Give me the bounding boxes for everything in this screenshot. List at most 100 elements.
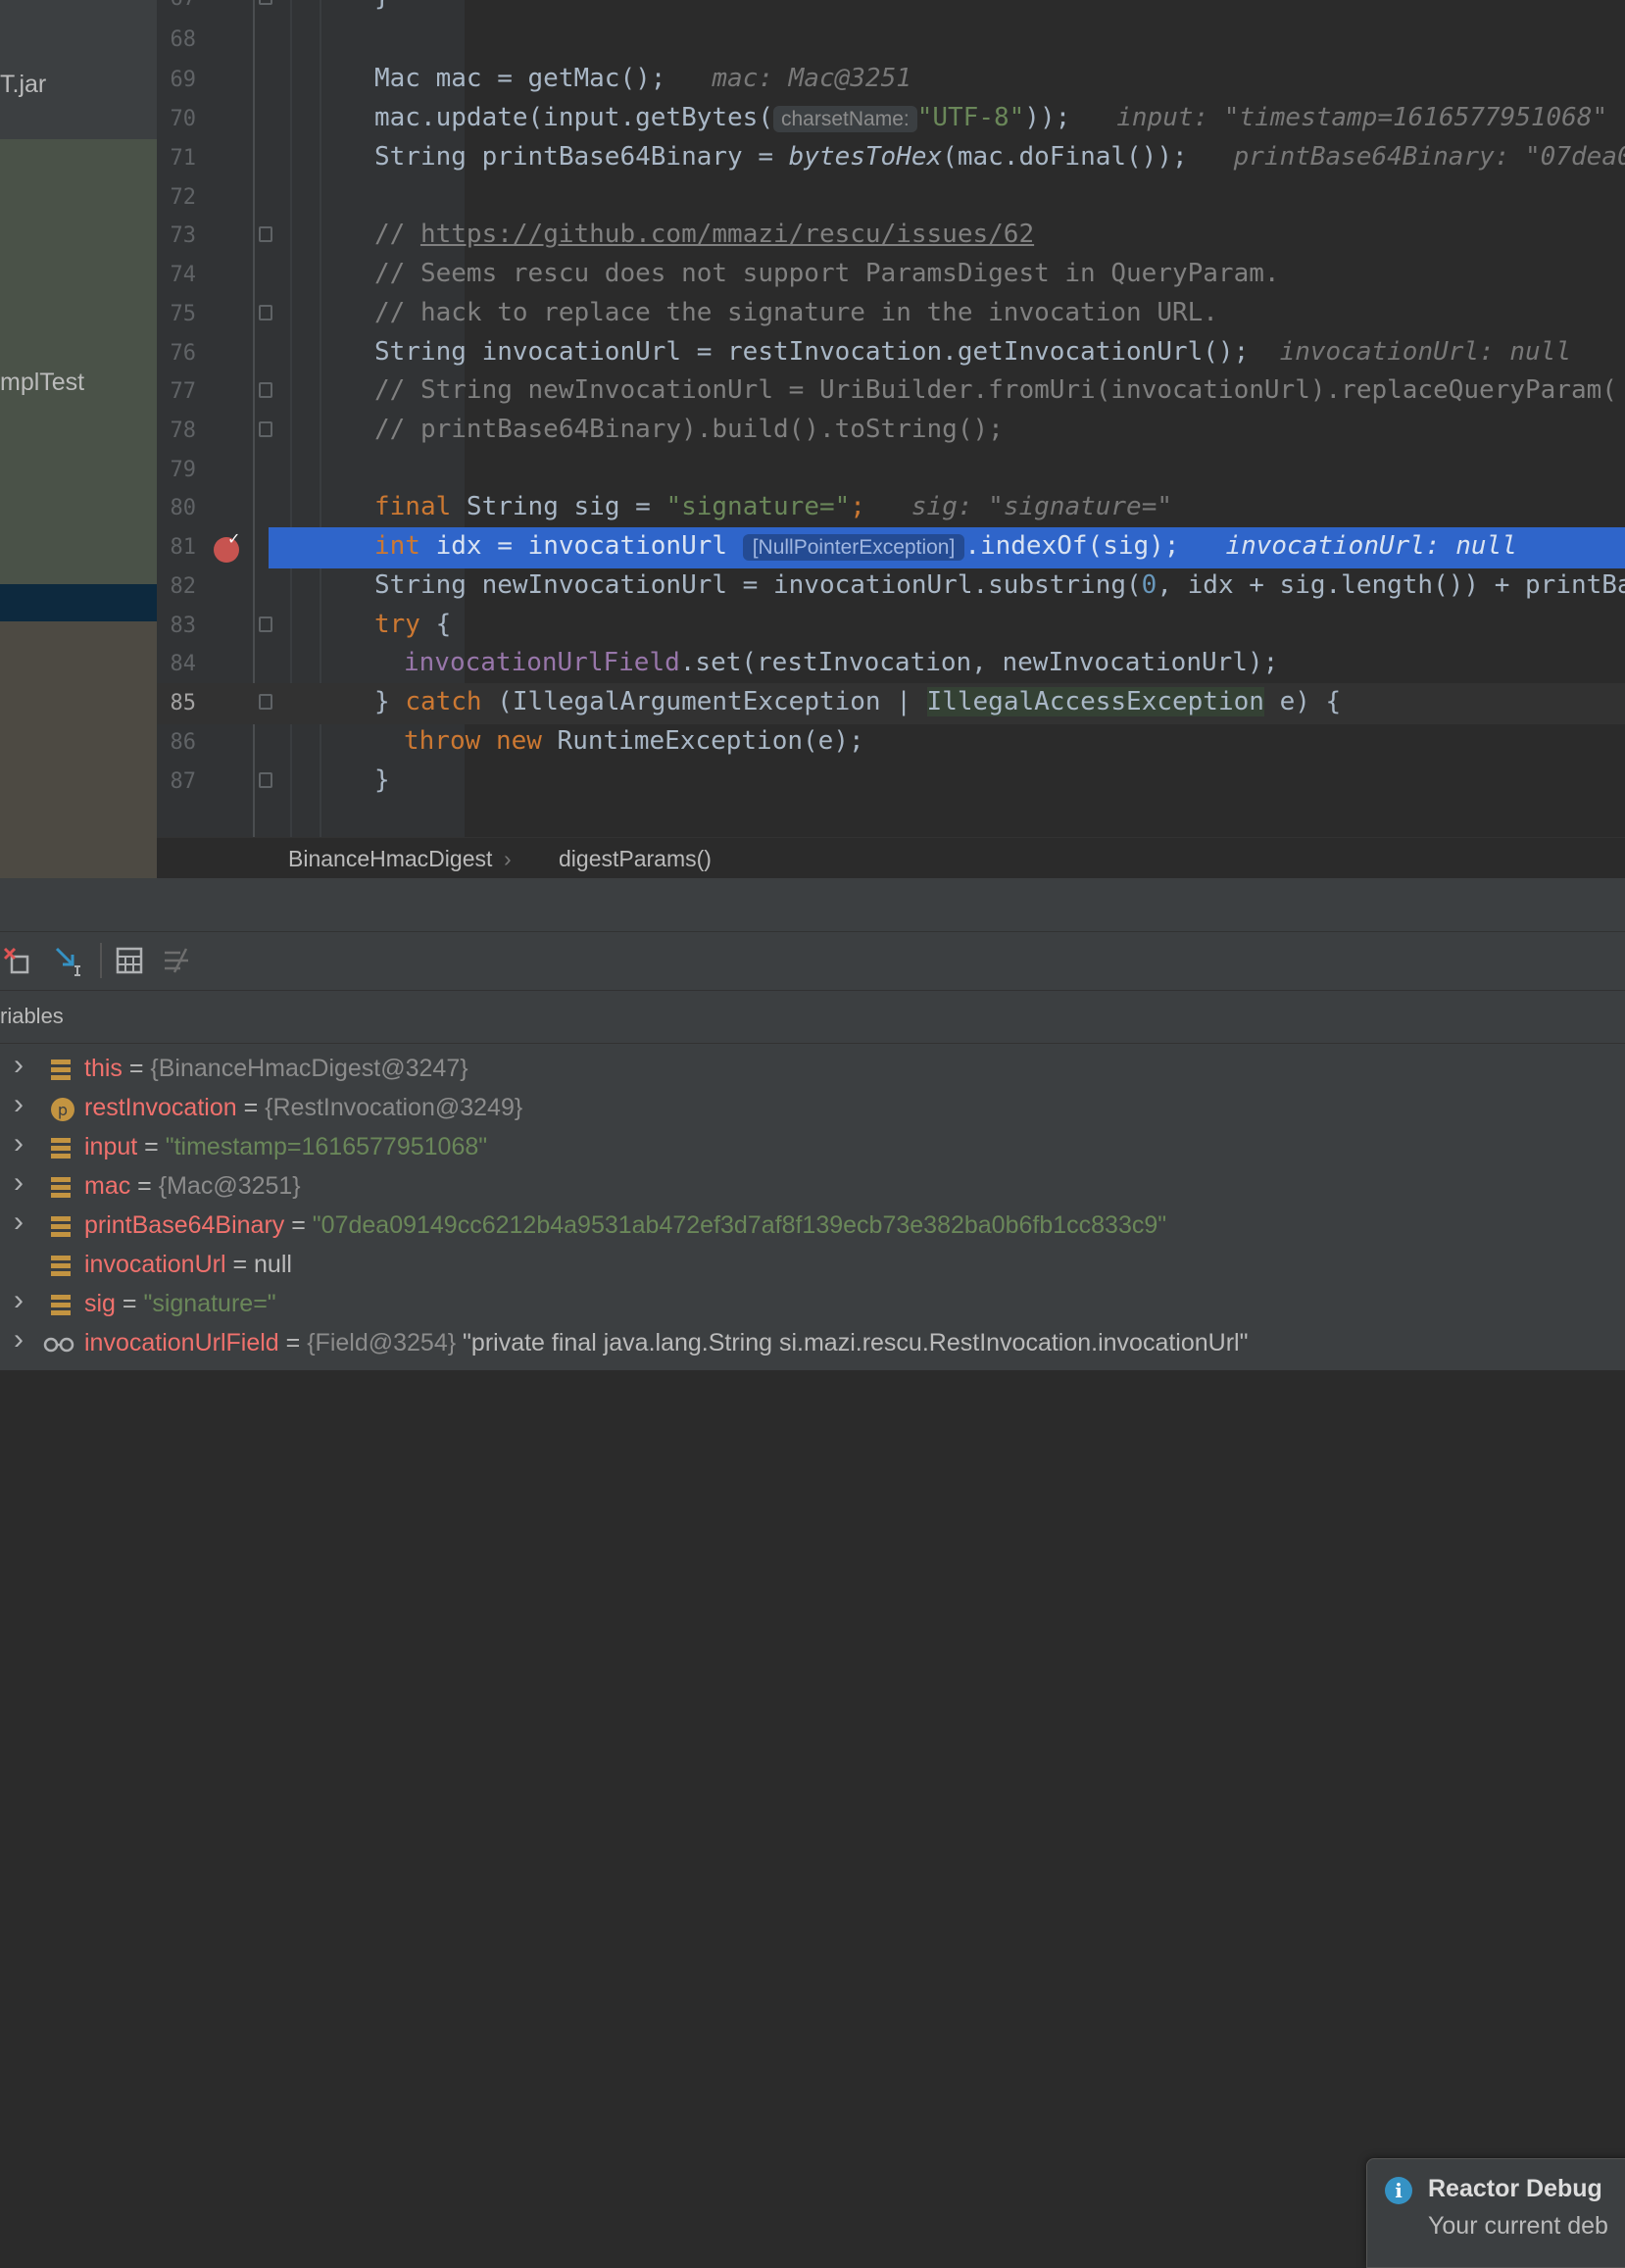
- variable-equals: =: [137, 1133, 166, 1160]
- code-line[interactable]: 67 }: [157, 0, 1625, 20]
- project-item-jar[interactable]: T.jar: [0, 71, 46, 99]
- variable-equals: =: [278, 1329, 308, 1356]
- variable-text: invocationUrlField = {Field@3254} "priva…: [84, 1329, 1248, 1357]
- code-line[interactable]: 83 try {: [157, 606, 1625, 647]
- line-number: 76: [170, 341, 197, 366]
- fold-icon[interactable]: [259, 226, 272, 242]
- code-line[interactable]: 78 // printBase64Binary).build().toStrin…: [157, 411, 1625, 452]
- code-line[interactable]: 82 String newInvocationUrl = invocationU…: [157, 567, 1625, 608]
- project-tree-top: [0, 0, 157, 139]
- variable-row[interactable]: › p restInvocation = {RestInvocation@3249}: [0, 1088, 1372, 1129]
- variable-equals: =: [284, 1211, 313, 1239]
- chevron-right-icon[interactable]: ›: [14, 1127, 24, 1160]
- identifier-match-highlight: IllegalAccessException: [926, 687, 1264, 716]
- chevron-right-icon[interactable]: ›: [14, 1166, 24, 1200]
- code-line[interactable]: 86 throw new RuntimeException(e);: [157, 722, 1625, 764]
- code-line[interactable]: 73 // https://github.com/mmazi/rescu/iss…: [157, 216, 1625, 257]
- code-line[interactable]: 75 // hack to replace the signature in t…: [157, 294, 1625, 335]
- code-comment: // hack to replace the signature in the …: [374, 298, 1218, 327]
- line-number: 85: [170, 691, 197, 715]
- caret-line[interactable]: 85 } catch (IllegalArgumentException | I…: [157, 683, 1625, 724]
- line-number: 84: [170, 652, 197, 676]
- variable-to-string: "private final java.lang.String si.mazi.…: [456, 1329, 1249, 1356]
- trace-stream-icon[interactable]: [161, 945, 192, 976]
- variable-row[interactable]: › printBase64Binary = "07dea09149cc6212b4…: [0, 1206, 1372, 1247]
- chevron-right-icon[interactable]: ›: [14, 1284, 24, 1317]
- fold-icon[interactable]: [259, 0, 272, 5]
- field-icon: [49, 1292, 73, 1319]
- notification-popup[interactable]: i Reactor Debug Your current deb: [1366, 2158, 1625, 2268]
- code-editor[interactable]: 67 } 68 69 Mac mac = getMac(); mac: Mac@…: [157, 0, 1625, 837]
- code-line[interactable]: 76 String invocationUrl = restInvocation…: [157, 333, 1625, 374]
- comment-link[interactable]: https://github.com/mmazi/rescu/issues/62: [420, 220, 1034, 249]
- fold-icon[interactable]: [259, 421, 272, 437]
- variable-row[interactable]: › sig = "signature=": [0, 1284, 1372, 1325]
- field-icon: [49, 1057, 73, 1084]
- toolbar-separator: [100, 943, 102, 978]
- current-execution-line[interactable]: 81 ✓ int idx = invocationUrl [NullPointe…: [157, 527, 1625, 568]
- line-number: 86: [170, 730, 197, 755]
- variable-name: printBase64Binary: [84, 1211, 285, 1239]
- code-line[interactable]: 80 final String sig = "signature="; sig:…: [157, 488, 1625, 529]
- fold-icon[interactable]: [259, 616, 272, 632]
- chevron-right-icon[interactable]: ›: [14, 1323, 24, 1356]
- fold-icon[interactable]: [259, 694, 272, 710]
- evaluate-expression-icon[interactable]: [114, 945, 145, 976]
- variable-name: input: [84, 1133, 138, 1160]
- drop-frame-icon[interactable]: [2, 945, 33, 976]
- breadcrumb-class[interactable]: BinanceHmacDigest: [288, 846, 492, 872]
- variable-row[interactable]: invocationUrl = null: [0, 1247, 1372, 1286]
- variable-equals: =: [130, 1172, 159, 1200]
- code-line[interactable]: 68: [157, 20, 1625, 61]
- breadcrumb-method[interactable]: digestParams(): [559, 846, 712, 872]
- code-text: mac.update(input.getBytes(charsetName: "U…: [374, 103, 1608, 132]
- code-text: invocationUrlField.set(restInvocation, n…: [404, 648, 1279, 677]
- variable-row[interactable]: › this = {BinanceHmacDigest@3247}: [0, 1049, 1372, 1090]
- fold-icon[interactable]: [259, 305, 272, 320]
- variable-name: sig: [84, 1290, 116, 1317]
- fold-icon[interactable]: [259, 772, 272, 788]
- code-line[interactable]: 70 mac.update(input.getBytes(charsetName…: [157, 99, 1625, 140]
- variable-text: input = "timestamp=1616577951068": [84, 1133, 487, 1161]
- field-icon: [49, 1135, 73, 1162]
- variable-row[interactable]: › invocationUrlField = {Field@3254} "priv…: [0, 1323, 1372, 1364]
- code-comment: // Seems rescu does not support ParamsDi…: [374, 259, 1280, 288]
- code-line[interactable]: 69 Mac mac = getMac(); mac: Mac@3251: [157, 60, 1625, 101]
- variables-title: riables: [0, 1004, 64, 1028]
- variable-text: restInvocation = {RestInvocation@3249}: [84, 1094, 522, 1122]
- code-text: throw new RuntimeException(e);: [404, 726, 864, 756]
- step-into-cursor-icon[interactable]: [53, 945, 84, 976]
- code-line[interactable]: 79: [157, 450, 1625, 491]
- code-line[interactable]: 71 String printBase64Binary = bytesToHex…: [157, 138, 1625, 179]
- project-tree-green-block: [0, 139, 157, 584]
- field-icon: [49, 1213, 73, 1241]
- code-text: Mac mac = getMac(); mac: Mac@3251: [374, 64, 911, 93]
- field-icon: [49, 1174, 73, 1202]
- field-icon: [49, 1253, 73, 1280]
- code-line[interactable]: 72: [157, 177, 1625, 219]
- debug-toolbar: [0, 931, 1625, 991]
- line-number: 77: [170, 379, 197, 404]
- chevron-right-icon[interactable]: ›: [14, 1206, 24, 1239]
- line-number: 70: [170, 107, 197, 131]
- line-number: 82: [170, 574, 197, 599]
- variable-name: invocationUrlField: [84, 1329, 279, 1356]
- project-tree-selected-row[interactable]: [0, 584, 157, 621]
- code-line[interactable]: 87 }: [157, 762, 1625, 803]
- code-line[interactable]: 74 // Seems rescu does not support Param…: [157, 255, 1625, 296]
- exception-hint: [NullPointerException]: [742, 534, 965, 561]
- project-pane: T.jar mplTest: [0, 0, 157, 878]
- code-line[interactable]: 84 invocationUrlField.set(restInvocation…: [157, 644, 1625, 685]
- variable-row[interactable]: › input = "timestamp=1616577951068": [0, 1127, 1372, 1168]
- fold-icon[interactable]: [259, 382, 272, 398]
- variable-name: this: [84, 1055, 123, 1082]
- inline-value-hint: printBase64Binary: "07dea09149cc: [1233, 142, 1625, 172]
- svg-text:p: p: [58, 1101, 68, 1119]
- code-comment: // https://github.com/mmazi/rescu/issues…: [374, 220, 1035, 249]
- chevron-right-icon[interactable]: ›: [14, 1088, 24, 1121]
- chevron-right-icon[interactable]: ›: [14, 1049, 24, 1082]
- breadcrumb: BinanceHmacDigest › digestParams(): [157, 837, 1625, 879]
- code-line[interactable]: 77 // String newInvocationUrl = UriBuild…: [157, 371, 1625, 413]
- project-item-impl-test[interactable]: mplTest: [0, 369, 84, 397]
- variable-row[interactable]: › mac = {Mac@3251}: [0, 1166, 1372, 1208]
